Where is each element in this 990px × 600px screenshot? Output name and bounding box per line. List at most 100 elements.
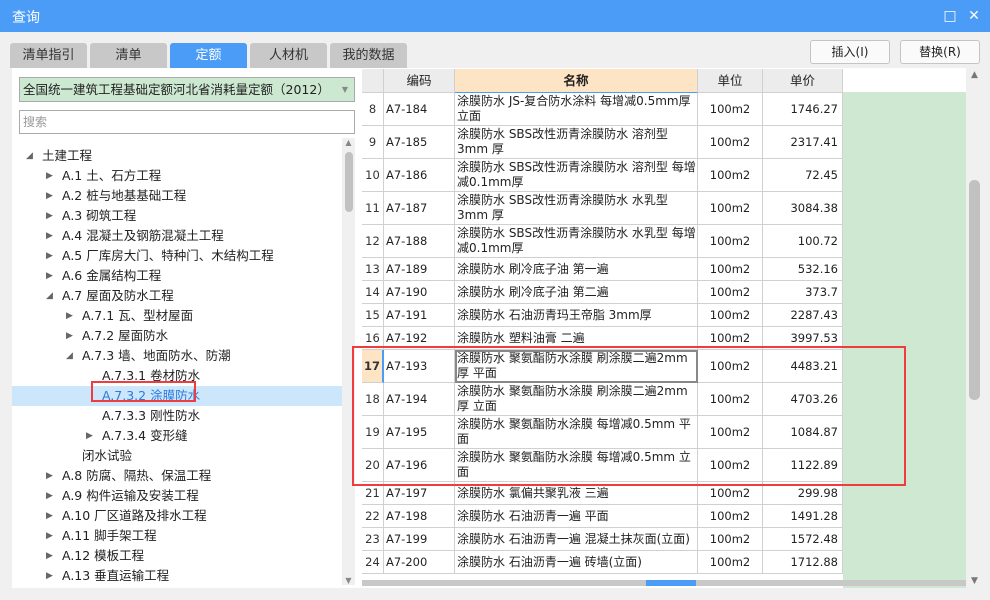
code-cell[interactable]: A7-189 [384,258,455,281]
horizontal-scrollbar[interactable] [362,580,966,586]
tree-node[interactable]: ▶ A.8 防腐、隔热、保温工程 [12,466,342,486]
code-cell[interactable]: A7-191 [384,304,455,327]
row-number[interactable]: 22 [362,505,384,528]
unit-cell[interactable]: 100m2 [698,528,763,551]
name-cell[interactable]: 涂膜防水 SBS改性沥青涂膜防水 水乳型 3mm 厚 [455,192,698,225]
tree-node[interactable]: ▶ A.11 脚手架工程 [12,526,342,546]
tree-node[interactable]: ▶ A.7.3.4 变形缝 [12,426,342,446]
code-cell[interactable]: A7-199 [384,528,455,551]
horizontal-scroll-thumb[interactable] [646,580,696,586]
tree-node[interactable]: ▶ A.3 砌筑工程 [12,206,342,226]
collapsed-arrow-icon[interactable]: ▶ [46,466,53,486]
code-header[interactable]: 编码 [384,69,455,93]
name-cell[interactable]: 涂膜防水 石油沥青一遍 平面 [455,505,698,528]
unit-cell[interactable]: 100m2 [698,551,763,574]
collapsed-arrow-icon[interactable]: ▶ [66,306,73,326]
name-cell[interactable]: 涂膜防水 SBS改性沥青涂膜防水 水乳型 每增减0.1mm厚 [455,225,698,258]
tree-node[interactable]: ▶ A.2 桩与地基基础工程 [12,186,342,206]
code-cell[interactable]: A7-186 [384,159,455,192]
tree-node[interactable]: ◢ 土建工程 [12,146,342,166]
row-number[interactable]: 14 [362,281,384,304]
maximize-icon[interactable]: □ [940,6,960,26]
name-header[interactable]: 名称 [455,69,698,93]
price-cell[interactable]: 2287.43 [763,304,843,327]
search-input[interactable]: 搜索 [19,110,355,134]
scroll-up-icon[interactable]: ▲ [966,70,983,80]
row-number[interactable]: 15 [362,304,384,327]
tab-labor-material[interactable]: 人材机 [250,43,327,68]
price-cell[interactable]: 72.45 [763,159,843,192]
collapsed-arrow-icon[interactable]: ▶ [46,266,53,286]
collapsed-arrow-icon[interactable]: ▶ [46,166,53,186]
code-cell[interactable]: A7-198 [384,505,455,528]
unit-cell[interactable]: 100m2 [698,126,763,159]
tree-node[interactable]: ◢ A.7.3 墙、地面防水、防潮 [12,346,342,366]
tree-node[interactable]: ◢ A.7 屋面及防水工程 [12,286,342,306]
tree-node[interactable]: ▶ A.10 厂区道路及排水工程 [12,506,342,526]
name-cell[interactable]: 涂膜防水 石油沥青玛王帝脂 3mm厚 [455,304,698,327]
row-number[interactable]: 8 [362,93,384,126]
tree-node[interactable]: A.7.3.3 刚性防水 [12,406,342,426]
unit-cell[interactable]: 100m2 [698,258,763,281]
name-cell[interactable]: 涂膜防水 SBS改性沥青涂膜防水 溶剂型 3mm 厚 [455,126,698,159]
tree-node[interactable]: ▶ A.5 厂库房大门、特种门、木结构工程 [12,246,342,266]
row-number[interactable]: 11 [362,192,384,225]
collapsed-arrow-icon[interactable]: ▶ [46,566,53,585]
row-number[interactable]: 23 [362,528,384,551]
tab-bill[interactable]: 清单 [90,43,167,68]
row-number[interactable]: 10 [362,159,384,192]
tree-node[interactable]: ▶ A.4 混凝土及钢筋混凝土工程 [12,226,342,246]
code-cell[interactable]: A7-200 [384,551,455,574]
unit-cell[interactable]: 100m2 [698,225,763,258]
collapsed-arrow-icon[interactable]: ▶ [46,186,53,206]
code-cell[interactable]: A7-185 [384,126,455,159]
tree-node[interactable]: ▶ A.7.2 屋面防水 [12,326,342,346]
price-cell[interactable]: 1746.27 [763,93,843,126]
name-cell[interactable]: 涂膜防水 SBS改性沥青涂膜防水 溶剂型 每增减0.1mm厚 [455,159,698,192]
price-cell[interactable]: 2317.41 [763,126,843,159]
price-cell[interactable]: 1712.88 [763,551,843,574]
scroll-up-icon[interactable]: ▲ [342,138,355,147]
code-cell[interactable]: A7-190 [384,281,455,304]
tab-bill-guide[interactable]: 清单指引 [10,43,87,68]
price-cell[interactable]: 1491.28 [763,505,843,528]
unit-cell[interactable]: 100m2 [698,304,763,327]
tree-node[interactable]: ▶ A.7.1 瓦、型材屋面 [12,306,342,326]
replace-button[interactable]: 替换(R) [900,40,980,64]
collapsed-arrow-icon[interactable]: ▶ [46,526,53,546]
row-number[interactable]: 9 [362,126,384,159]
name-cell[interactable]: 涂膜防水 石油沥青一遍 混凝土抹灰面(立面) [455,528,698,551]
collapsed-arrow-icon[interactable]: ▶ [46,206,53,226]
price-cell[interactable]: 532.16 [763,258,843,281]
unit-cell[interactable]: 100m2 [698,159,763,192]
name-cell[interactable]: 涂膜防水 刷冷底子油 第一遍 [455,258,698,281]
tree-node[interactable]: ▶ A.12 模板工程 [12,546,342,566]
tab-quota[interactable]: 定额 [170,43,247,68]
close-icon[interactable]: ✕ [964,6,984,26]
collapsed-arrow-icon[interactable]: ▶ [66,326,73,346]
row-number[interactable]: 12 [362,225,384,258]
collapsed-arrow-icon[interactable]: ▶ [46,506,53,526]
scroll-down-icon[interactable]: ▼ [342,576,355,585]
expanded-arrow-icon[interactable]: ◢ [26,146,33,166]
price-cell[interactable]: 3084.38 [763,192,843,225]
collapsed-arrow-icon[interactable]: ▶ [86,426,93,446]
quota-library-select[interactable]: 全国统一建筑工程基础定额河北省消耗量定额（2012） ▼ [19,77,355,102]
expanded-arrow-icon[interactable]: ◢ [66,346,73,366]
row-number[interactable]: 13 [362,258,384,281]
code-cell[interactable]: A7-187 [384,192,455,225]
code-cell[interactable]: A7-184 [384,93,455,126]
unit-header[interactable]: 单位 [698,69,763,93]
scroll-down-icon[interactable]: ▼ [966,576,983,586]
tree-node[interactable]: ▶ A.9 构件运输及安装工程 [12,486,342,506]
table-scrollbar[interactable]: ▲ ▼ [966,68,983,588]
code-cell[interactable]: A7-188 [384,225,455,258]
price-cell[interactable]: 1572.48 [763,528,843,551]
unit-cell[interactable]: 100m2 [698,281,763,304]
collapsed-arrow-icon[interactable]: ▶ [46,486,53,506]
price-header[interactable]: 单价 [763,69,843,93]
name-cell[interactable]: 涂膜防水 刷冷底子油 第二遍 [455,281,698,304]
collapsed-arrow-icon[interactable]: ▶ [46,246,53,266]
scroll-thumb[interactable] [969,180,980,400]
scroll-thumb[interactable] [345,152,353,212]
